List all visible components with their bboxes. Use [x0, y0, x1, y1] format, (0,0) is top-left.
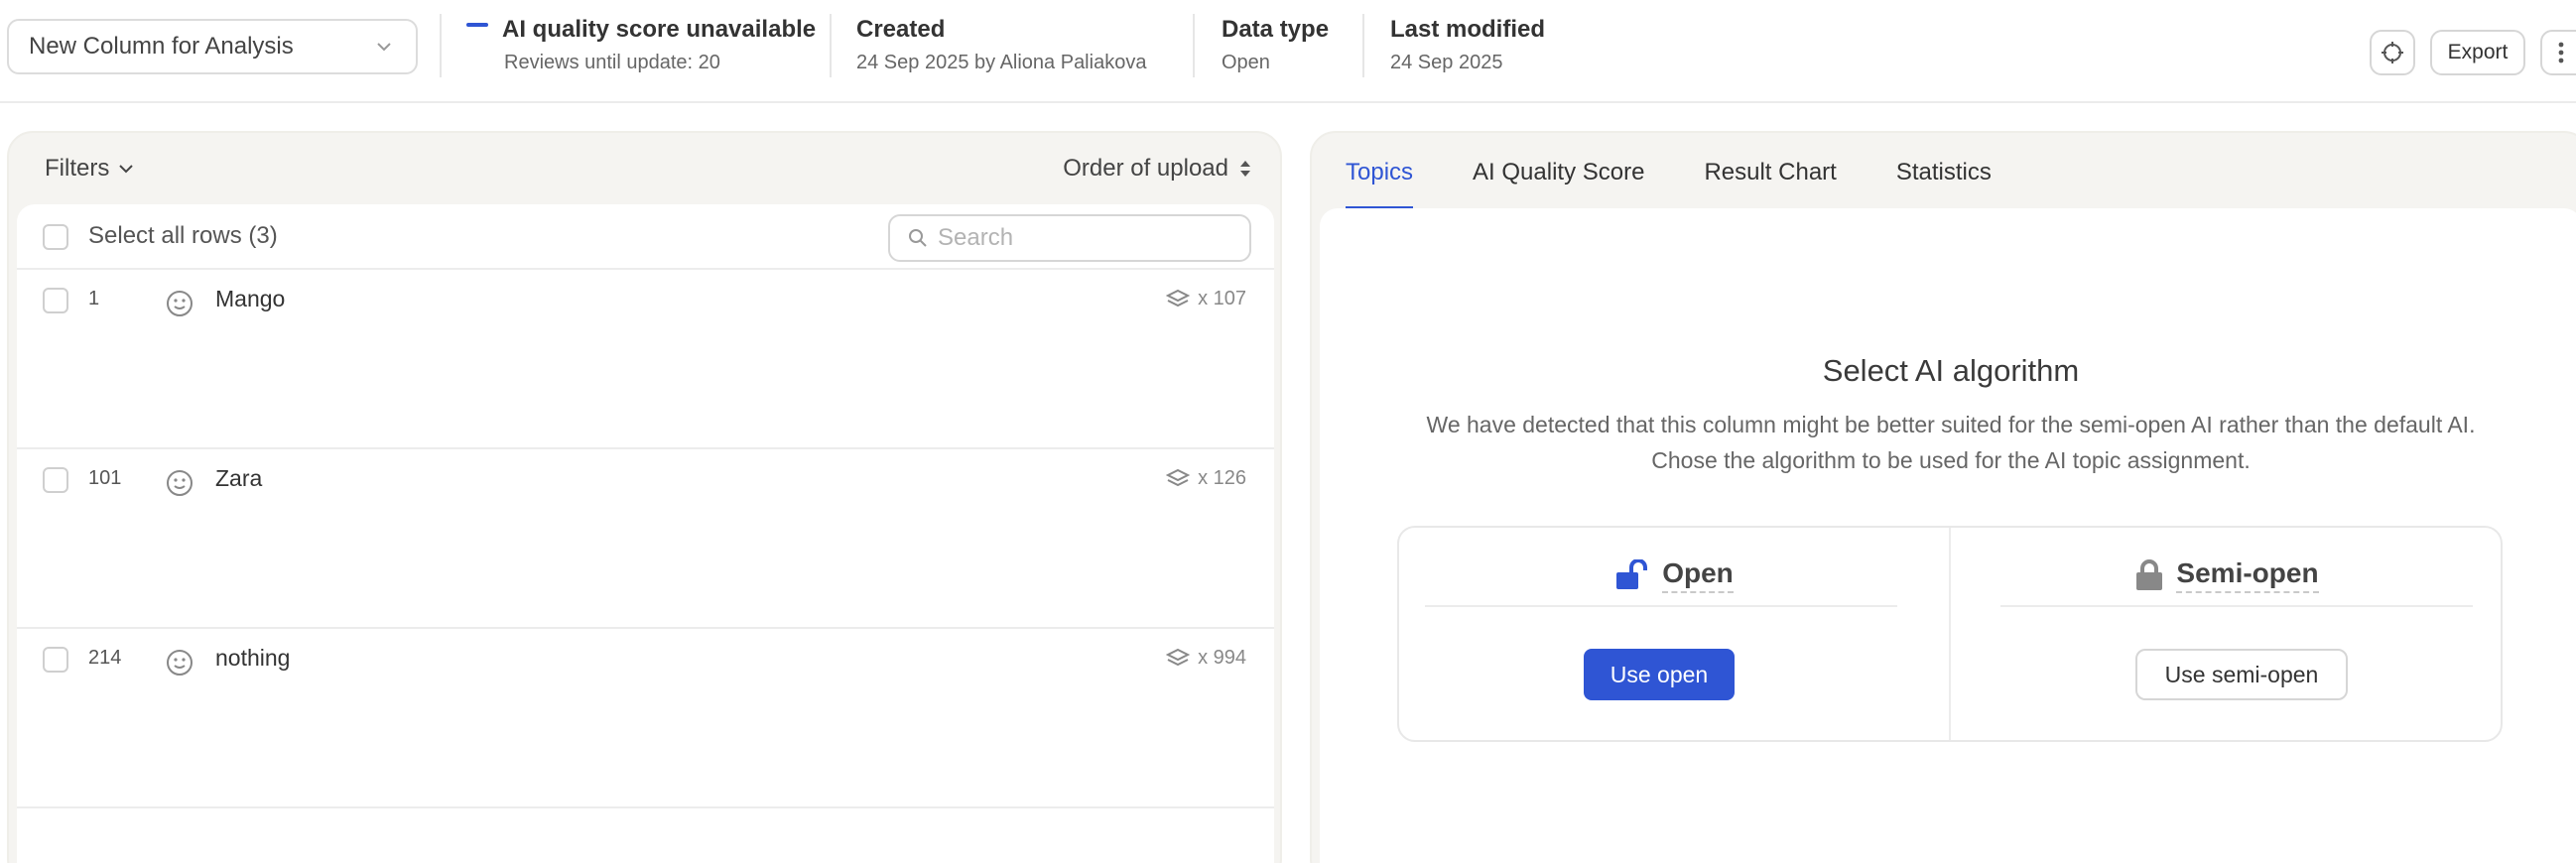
select-all-checkbox[interactable] [43, 224, 68, 250]
tab-result-chart[interactable]: Result Chart [1704, 159, 1836, 210]
neutral-face-icon [167, 291, 193, 316]
row-checkbox[interactable] [43, 647, 68, 673]
last-modified-title: Last modified [1390, 16, 1546, 43]
column-select-value: New Column for Analysis [29, 33, 294, 60]
column-select[interactable]: New Column for Analysis [7, 19, 418, 74]
row-count: x 107 [1166, 288, 1246, 310]
algorithm-options: Open Use open Semi-open Use semi-open [1397, 526, 2503, 742]
last-modified-info: Last modified 24 Sep 2025 [1390, 14, 1545, 77]
layers-icon [1166, 289, 1191, 307]
open-option-heading: Open [1399, 557, 1949, 593]
table-row[interactable]: 101 Zara x 126 [17, 449, 1274, 629]
row-count-value: x 107 [1198, 288, 1246, 309]
algorithm-title: Select AI algorithm [1822, 353, 2080, 388]
open-option-label: Open [1662, 557, 1734, 593]
table-row[interactable]: 1 Mango x 107 [17, 270, 1274, 449]
tab-topics[interactable]: Topics [1346, 159, 1414, 210]
chevron-down-icon [119, 165, 134, 174]
unlock-icon [1616, 559, 1648, 589]
list-header: Select all rows (3) [17, 204, 1274, 270]
row-count-value: x 994 [1198, 647, 1246, 669]
algorithm-option-open: Open Use open [1399, 528, 1949, 740]
row-count: x 126 [1166, 467, 1246, 490]
search-input[interactable] [938, 224, 1235, 252]
search-icon [909, 229, 927, 247]
neutral-face-icon [167, 470, 193, 496]
created-info: Created 24 Sep 2025 by Aliona Paliakova [856, 14, 1146, 77]
sort-icon [1240, 161, 1250, 177]
data-type-value: Open [1222, 52, 1270, 73]
data-type-info: Data type Open [1222, 14, 1329, 77]
layers-icon [1166, 468, 1191, 486]
search-box [888, 214, 1251, 262]
table-row[interactable]: 214 nothing x 994 [17, 629, 1274, 808]
sort-order-label: Order of upload [1063, 155, 1228, 182]
row-text: nothing [215, 645, 291, 671]
separator [830, 14, 832, 77]
neutral-face-icon [167, 650, 193, 676]
quality-status: AI quality score unavailable Reviews unt… [466, 14, 816, 77]
divider [2000, 605, 2473, 607]
filters-label: Filters [45, 155, 110, 182]
semi-open-option-label: Semi-open [2176, 557, 2319, 593]
more-button[interactable] [2540, 30, 2576, 75]
algorithm-description: We have detected that this column might … [1426, 412, 2476, 473]
topics-content: Select AI algorithm We have detected tha… [1320, 208, 2576, 863]
export-button[interactable]: Export [2430, 30, 2525, 75]
quality-subtitle: Reviews until update: 20 [504, 52, 720, 73]
layers-icon [1166, 648, 1191, 666]
analysis-panel: Topics AI Quality Score Result Chart Sta… [1310, 131, 2576, 863]
row-number: 101 [88, 467, 122, 489]
row-text: Zara [215, 465, 263, 491]
sort-order-dropdown[interactable]: Order of upload [1063, 155, 1252, 183]
responses-list: Select all rows (3) 1 Mango x 107 101 Za… [17, 204, 1274, 863]
algorithm-option-semi-open: Semi-open Use semi-open [1951, 528, 2503, 740]
row-count-value: x 126 [1198, 467, 1246, 489]
row-number: 1 [88, 288, 100, 309]
settings-button[interactable] [2370, 30, 2415, 75]
quality-indicator-icon [466, 22, 488, 27]
separator [440, 14, 442, 77]
more-vertical-icon [2558, 42, 2564, 63]
created-value: 24 Sep 2025 by Aliona Paliakova [856, 52, 1147, 73]
row-number: 214 [88, 647, 122, 669]
crosshair-icon [2382, 42, 2403, 63]
data-type-title: Data type [1222, 16, 1330, 43]
filters-dropdown[interactable]: Filters [45, 155, 135, 183]
last-modified-value: 24 Sep 2025 [1390, 52, 1503, 73]
tab-statistics[interactable]: Statistics [1896, 159, 1992, 210]
divider [1425, 605, 1897, 607]
quality-title: AI quality score unavailable [502, 16, 817, 43]
separator [1362, 14, 1364, 77]
row-count: x 994 [1166, 647, 1246, 670]
use-open-button[interactable]: Use open [1584, 649, 1735, 700]
tab-ai-quality-score[interactable]: AI Quality Score [1473, 159, 1644, 210]
created-title: Created [856, 16, 946, 43]
row-checkbox[interactable] [43, 467, 68, 493]
separator [1193, 14, 1195, 77]
select-all-label: Select all rows (3) [88, 222, 278, 249]
use-semi-open-button[interactable]: Use semi-open [2135, 649, 2348, 700]
chevron-down-icon [377, 43, 391, 52]
top-bar: New Column for Analysis AI quality score… [0, 0, 2576, 103]
row-checkbox[interactable] [43, 288, 68, 313]
semi-open-option-heading: Semi-open [1951, 557, 2503, 593]
tab-bar: Topics AI Quality Score Result Chart Sta… [1346, 159, 1992, 210]
lock-icon [2136, 559, 2163, 590]
row-text: Mango [215, 286, 286, 311]
responses-panel: Filters Order of upload Select all rows … [7, 131, 1282, 863]
